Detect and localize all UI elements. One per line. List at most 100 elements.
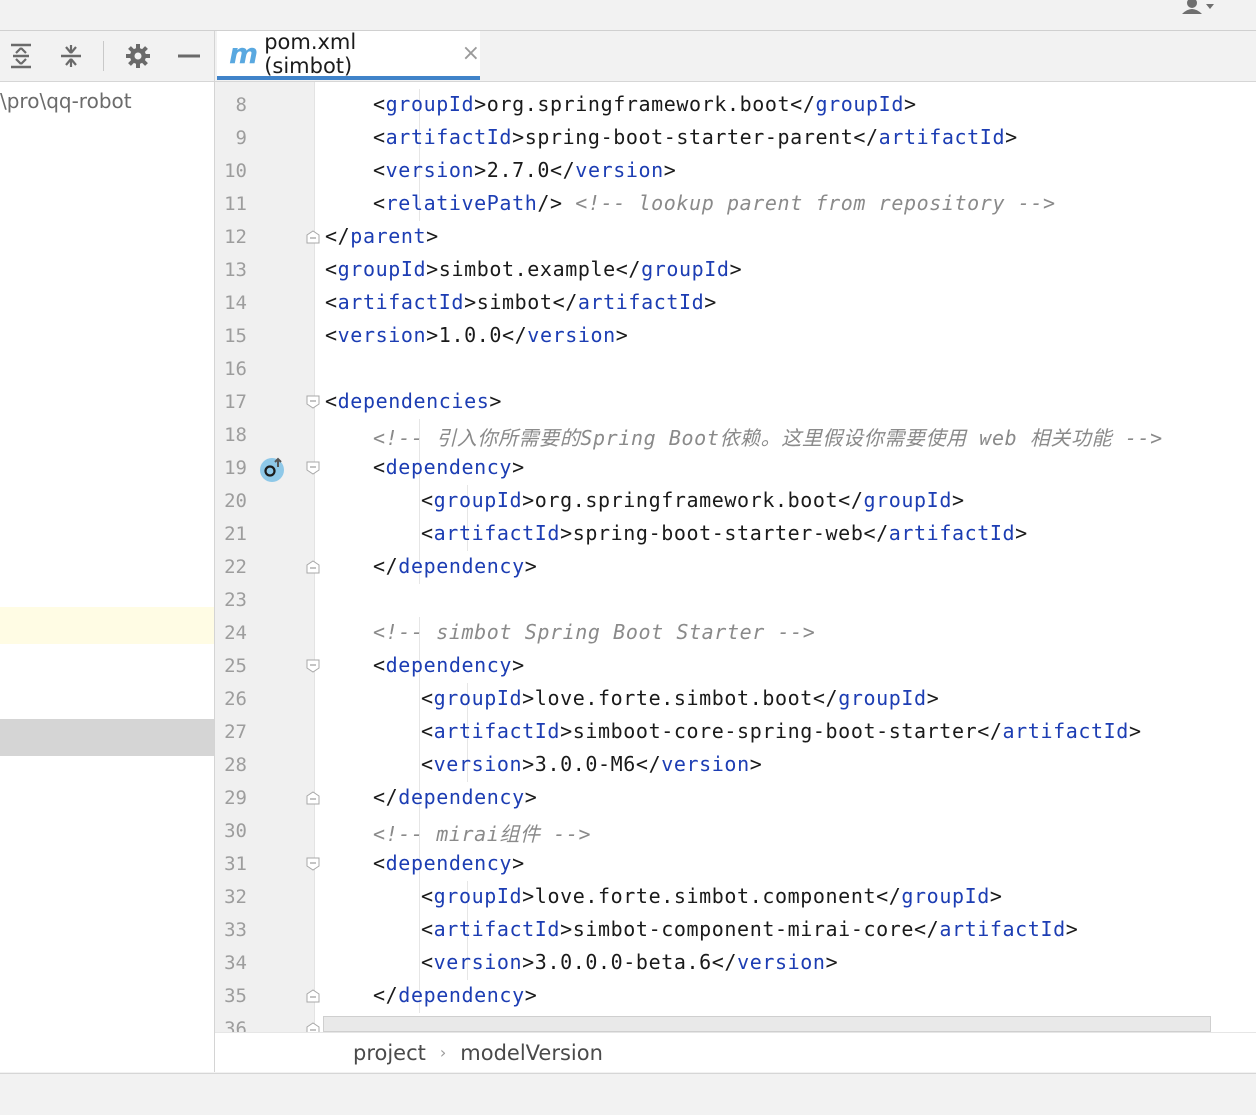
xml-text: >3.0.0-M6</ — [522, 752, 662, 776]
line-number: 11 — [224, 193, 247, 215]
horizontal-scrollbar[interactable] — [323, 1016, 1211, 1032]
xml-tag-name: artifactId — [433, 917, 561, 941]
line-number: 28 — [224, 754, 247, 776]
fold-start-icon[interactable] — [306, 395, 320, 409]
code-line[interactable]: 22 </dependency> — [215, 551, 1256, 584]
close-icon[interactable]: × — [462, 41, 480, 66]
overridden-dependency-icon[interactable] — [259, 455, 287, 483]
code-line[interactable]: 26 <groupId>love.forte.simbot.boot</group… — [215, 683, 1256, 716]
tab-pom-xml[interactable]: m pom.xml (simbot) × — [217, 30, 480, 80]
xml-tag-name: version — [661, 752, 750, 776]
fold-end-icon[interactable] — [306, 230, 320, 244]
line-number: 13 — [224, 259, 247, 281]
breadcrumb-item-project[interactable]: project — [353, 1041, 426, 1065]
collapse-all-icon[interactable] — [56, 41, 86, 71]
tree-row-highlight[interactable] — [0, 607, 214, 644]
user-account-icon[interactable] — [1180, 0, 1216, 16]
xml-tag-name: artifactId — [337, 290, 465, 314]
xml-text: > — [512, 653, 525, 677]
line-number: 36 — [224, 1018, 247, 1032]
xml-text: < — [373, 125, 386, 149]
code-line[interactable]: 9 <artifactId>spring-boot-starter-parent<… — [215, 122, 1256, 155]
indent-guide — [419, 749, 420, 782]
line-number: 18 — [224, 424, 247, 446]
xml-tag-name: groupId — [433, 884, 523, 908]
code-line[interactable]: 31 <dependency> — [215, 848, 1256, 881]
maven-m-icon: m — [229, 36, 259, 70]
code-line[interactable]: 35 </dependency> — [215, 980, 1256, 1013]
xml-tag-name: relativePath — [385, 191, 538, 215]
xml-text: > — [903, 92, 917, 116]
code-line[interactable]: 21 <artifactId>spring-boot-starter-web</a… — [215, 518, 1256, 551]
tree-row-selected[interactable] — [0, 719, 214, 756]
line-number: 17 — [224, 391, 247, 413]
gear-icon[interactable] — [123, 41, 153, 71]
fold-start-icon[interactable] — [306, 461, 320, 475]
code-text: <groupId>love.forte.simbot.component</gr… — [421, 884, 1003, 908]
code-line[interactable]: 17 <dependencies> — [215, 386, 1256, 419]
status-bar — [0, 1073, 1256, 1115]
code-line[interactable]: 28 <version>3.0.0-M6</version> — [215, 749, 1256, 782]
code-editor[interactable]: 8 <groupId>org.springframework.boot</grou… — [215, 82, 1256, 1032]
code-line[interactable]: 14 <artifactId>simbot</artifactId> — [215, 287, 1256, 320]
code-line[interactable]: 30 <!-- mirai组件 --> — [215, 815, 1256, 848]
fold-start-icon[interactable] — [306, 857, 320, 871]
expand-all-icon[interactable] — [6, 41, 36, 71]
xml-text: < — [373, 455, 386, 479]
fold-end-icon[interactable] — [306, 1022, 320, 1032]
line-number: 12 — [224, 226, 247, 248]
code-line[interactable]: 29 </dependency> — [215, 782, 1256, 815]
xml-tag-name: artifactId — [433, 521, 561, 545]
code-line[interactable]: 20 <groupId>org.springframework.boot</gro… — [215, 485, 1256, 518]
xml-text: </ — [373, 554, 399, 578]
xml-text: < — [373, 158, 386, 182]
line-number: 26 — [224, 688, 247, 710]
code-line[interactable]: 15 <version>1.0.0</version> — [215, 320, 1256, 353]
code-line[interactable]: 8 <groupId>org.springframework.boot</grou… — [215, 89, 1256, 122]
xml-text: >love.forte.simbot.component</ — [522, 884, 902, 908]
code-line[interactable]: 10 <version>2.7.0</version> — [215, 155, 1256, 188]
code-line[interactable]: 33 <artifactId>simbot-component-mirai-cor… — [215, 914, 1256, 947]
xml-tag-name: artifactId — [577, 290, 705, 314]
code-line[interactable]: 11 <relativePath/> <!-- lookup parent fro… — [215, 188, 1256, 221]
xml-text: > — [926, 686, 940, 710]
xml-text: < — [373, 851, 386, 875]
xml-text: > — [512, 851, 525, 875]
fold-start-icon[interactable] — [306, 659, 320, 673]
code-line[interactable]: 13 <groupId>simbot.example</groupId> — [215, 254, 1256, 287]
breadcrumb-item-modelversion[interactable]: modelVersion — [460, 1041, 603, 1065]
xml-text: >simbot-component-mirai-core</ — [560, 917, 940, 941]
project-path[interactable]: \pro\qq-robot — [0, 89, 132, 113]
code-line[interactable]: 23 — [215, 584, 1256, 617]
code-line[interactable]: 19 <dependency> — [215, 452, 1256, 485]
code-line[interactable]: 34 <version>3.0.0.0-beta.6</version> — [215, 947, 1256, 980]
indent-guide — [419, 947, 420, 980]
line-number: 22 — [224, 556, 247, 578]
line-number: 33 — [224, 919, 247, 941]
xml-text: > — [1005, 125, 1018, 149]
xml-text: > — [524, 983, 538, 1007]
fold-end-icon[interactable] — [306, 989, 320, 1003]
xml-text: > — [825, 950, 839, 974]
xml-text: < — [421, 752, 434, 776]
xml-tag-name: groupId — [433, 488, 523, 512]
code-line[interactable]: 18 <!-- 引入你所需要的Spring Boot依赖。这里假设你需要使用 we… — [215, 419, 1256, 452]
code-line[interactable]: 27 <artifactId>simboot-core-spring-boot-s… — [215, 716, 1256, 749]
xml-text: >simboot-core-spring-boot-starter</ — [560, 719, 1003, 743]
code-line[interactable]: 16 — [215, 353, 1256, 386]
indent-guide — [419, 914, 420, 947]
code-text: <dependency> — [373, 455, 525, 479]
code-line[interactable]: 25 <dependency> — [215, 650, 1256, 683]
minimize-icon[interactable] — [174, 41, 204, 71]
xml-tag-name: artifactId — [878, 125, 1006, 149]
code-line[interactable]: 32 <groupId>love.forte.simbot.component</… — [215, 881, 1256, 914]
code-text: <!-- simbot Spring Boot Starter --> — [373, 620, 815, 644]
xml-text: /> — [537, 191, 576, 215]
code-line[interactable]: 12 </parent> — [215, 221, 1256, 254]
fold-end-icon[interactable] — [306, 560, 320, 574]
xml-text: >1.0.0</ — [426, 323, 528, 347]
code-line[interactable]: 24 <!-- simbot Spring Boot Starter --> — [215, 617, 1256, 650]
xml-tag-name: dependency — [385, 653, 513, 677]
fold-end-icon[interactable] — [306, 791, 320, 805]
xml-text: > — [1128, 719, 1142, 743]
